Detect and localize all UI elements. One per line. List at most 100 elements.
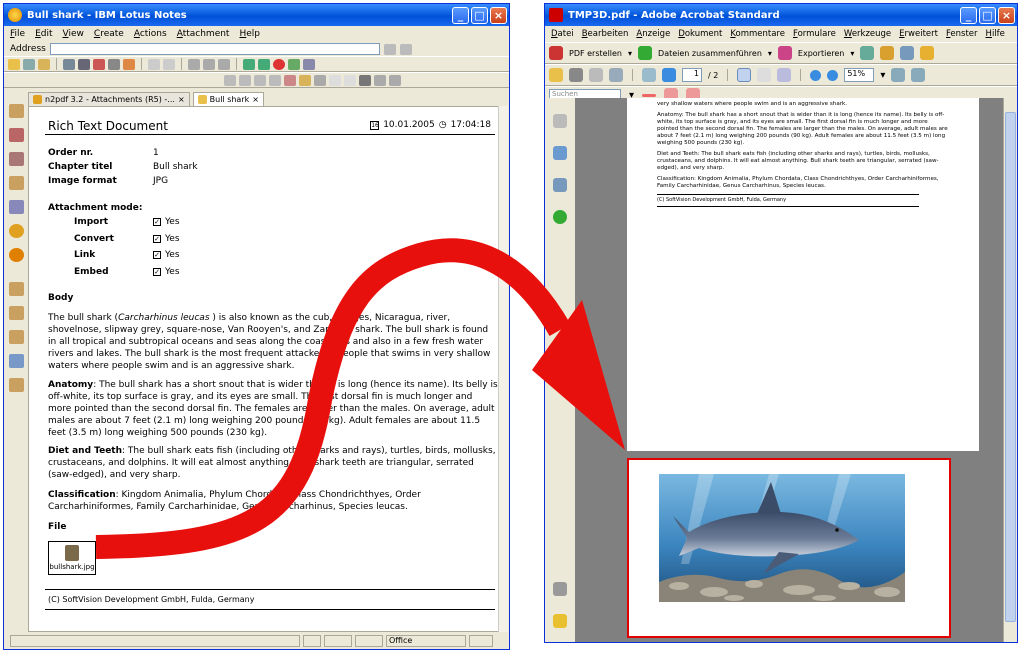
bookmark-icon[interactable]: [9, 200, 24, 214]
merge-button[interactable]: Dateien zusammenführen: [658, 49, 762, 58]
arrow-down2-icon[interactable]: [254, 74, 266, 86]
menu-dokument[interactable]: Dokument: [678, 29, 722, 39]
acrobat-vscroll[interactable]: [1003, 98, 1017, 642]
bookmark-icon[interactable]: [9, 282, 24, 296]
menu-view[interactable]: View: [63, 29, 84, 39]
mail-icon[interactable]: [93, 58, 105, 70]
open-icon[interactable]: [38, 58, 50, 70]
checkbox-checked-icon[interactable]: ✓: [153, 234, 161, 243]
new-icon[interactable]: [8, 58, 20, 70]
notes-vscroll[interactable]: [498, 106, 508, 632]
plus-icon[interactable]: [329, 74, 341, 86]
zoom-icon[interactable]: [374, 74, 386, 86]
mode-checkbox[interactable]: ✓ Yes: [153, 250, 180, 260]
page-number-input[interactable]: 1: [682, 68, 702, 82]
arrow-up2-icon[interactable]: [269, 74, 281, 86]
go-icon[interactable]: [383, 43, 396, 55]
close-button[interactable]: ×: [490, 6, 507, 24]
form-icon[interactable]: [920, 46, 935, 60]
menu-werkzeuge[interactable]: Werkzeuge: [844, 29, 891, 39]
minimize-button[interactable]: _: [452, 6, 469, 24]
menu-attachment[interactable]: Attachment: [177, 29, 230, 39]
list-icon[interactable]: [314, 74, 326, 86]
menu-actions[interactable]: Actions: [134, 29, 167, 39]
bookmark-icon[interactable]: [9, 248, 24, 262]
menu-edit[interactable]: Edit: [35, 29, 52, 39]
print-icon[interactable]: [569, 68, 583, 82]
hand-tool-icon[interactable]: [757, 68, 772, 82]
document-view[interactable]: very shallow waters where people swim an…: [575, 98, 1003, 642]
binoculars-icon[interactable]: [359, 74, 371, 86]
checkbox-checked-icon[interactable]: ✓: [153, 217, 161, 226]
bookmark-icon[interactable]: [399, 43, 412, 55]
bookmark-icon[interactable]: [9, 306, 24, 320]
attachments-paperclip-icon[interactable]: [553, 582, 567, 596]
chat2-icon[interactable]: [163, 58, 175, 70]
tab-bull-shark[interactable]: Bull shark ×: [192, 92, 264, 106]
select-tool-icon[interactable]: [737, 68, 752, 82]
zoom-out-icon[interactable]: [810, 69, 822, 81]
folder-icon[interactable]: [299, 74, 311, 86]
tab-close-icon[interactable]: ×: [178, 95, 185, 104]
search-icon[interactable]: [303, 58, 315, 70]
attachment-file[interactable]: bullshark.jpg: [48, 541, 96, 575]
mode-checkbox[interactable]: ✓ Yes: [153, 267, 180, 277]
open-icon[interactable]: [549, 68, 563, 82]
notes-titlebar[interactable]: Bull shark - IBM Lotus Notes _ □ ×: [4, 4, 509, 26]
prev-page-icon[interactable]: [642, 68, 656, 82]
cut-icon[interactable]: [63, 58, 75, 70]
menu-bearbeiten[interactable]: Bearbeiten: [582, 29, 629, 39]
zoom-input[interactable]: 51%: [844, 68, 875, 82]
checkbox-checked-icon[interactable]: ✓: [153, 250, 161, 259]
comments-icon[interactable]: [553, 614, 567, 628]
lock-icon[interactable]: [880, 46, 895, 60]
bookmark-icon[interactable]: [9, 378, 24, 392]
line-tool-icon[interactable]: [642, 93, 657, 97]
arrow-up-icon[interactable]: [239, 74, 251, 86]
minus-icon[interactable]: [344, 74, 356, 86]
help-icon[interactable]: [553, 210, 567, 224]
pages-icon[interactable]: [553, 114, 567, 128]
fit-width-icon[interactable]: [911, 68, 926, 82]
review-icon[interactable]: [860, 46, 875, 60]
signatures-icon[interactable]: [553, 178, 567, 192]
menu-help[interactable]: Help: [239, 29, 260, 39]
print-icon[interactable]: [78, 58, 90, 70]
sync-icon[interactable]: [123, 58, 135, 70]
close-button[interactable]: ×: [998, 6, 1015, 24]
bookmark-icon[interactable]: [9, 354, 24, 368]
bookmark-icon[interactable]: [9, 152, 24, 166]
menu-fenster[interactable]: Fenster: [946, 29, 978, 39]
chat-icon[interactable]: [148, 58, 160, 70]
maximize-button[interactable]: □: [979, 6, 996, 24]
bookmark-icon[interactable]: [9, 104, 24, 118]
minimize-button[interactable]: _: [960, 6, 977, 24]
tab-close-icon[interactable]: ×: [252, 95, 259, 104]
scroll-thumb[interactable]: [1005, 112, 1016, 622]
menu-file[interactable]: File: [10, 29, 25, 39]
find-icon[interactable]: [389, 74, 401, 86]
maximize-button[interactable]: □: [471, 6, 488, 24]
menu-anzeige[interactable]: Anzeige: [636, 29, 670, 39]
menu-formulare[interactable]: Formulare: [793, 29, 836, 39]
back-icon[interactable]: [243, 58, 255, 70]
email-icon[interactable]: [609, 68, 623, 82]
next-page-icon[interactable]: [662, 68, 676, 82]
mode-checkbox[interactable]: ✓ Yes: [153, 217, 180, 227]
menu-create[interactable]: Create: [94, 29, 124, 39]
arrow-down-icon[interactable]: [224, 74, 236, 86]
edit-icon[interactable]: [188, 58, 200, 70]
zoom-in-icon[interactable]: [827, 69, 839, 81]
bookmarks-icon[interactable]: [553, 146, 567, 160]
menu-hilfe[interactable]: Hilfe: [986, 29, 1005, 39]
stop-icon[interactable]: [273, 58, 285, 70]
menu-kommentare[interactable]: Kommentare: [730, 29, 785, 39]
checkbox-checked-icon[interactable]: ✓: [153, 267, 161, 276]
save-icon[interactable]: [23, 58, 35, 70]
export-button[interactable]: Exportieren: [798, 49, 844, 58]
flag-icon[interactable]: [284, 74, 296, 86]
zoom-tool-icon[interactable]: [777, 68, 792, 82]
tab-attachments[interactable]: n2pdf 3.2 - Attachments (R5) -... ×: [28, 92, 190, 106]
pdf-create-button[interactable]: PDF erstellen: [569, 49, 622, 58]
location-box[interactable]: Office: [386, 635, 466, 647]
